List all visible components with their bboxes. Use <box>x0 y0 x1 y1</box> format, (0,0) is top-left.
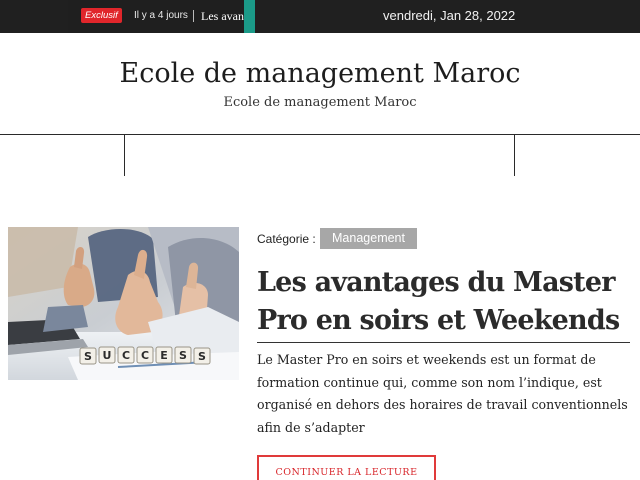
tile-5: E <box>155 346 173 364</box>
tile-1: S <box>79 347 97 365</box>
svg-text:S: S <box>198 350 206 363</box>
category-chip[interactable]: Management <box>320 228 417 249</box>
tile-7: S <box>193 347 211 365</box>
tile-4: C <box>136 346 154 364</box>
current-date: vendredi, Jan 28, 2022 <box>383 8 516 23</box>
ticker-time-ago: Il y a 4 jours <box>134 10 188 21</box>
site-title[interactable]: Ecole de management Maroc <box>0 56 640 92</box>
svg-text:U: U <box>103 349 112 362</box>
ticker-separator <box>193 10 194 22</box>
title-underline <box>257 342 630 343</box>
ticker-accent <box>244 0 255 33</box>
svg-text:C: C <box>122 349 130 362</box>
exclusive-badge: Exclusif <box>81 8 122 23</box>
svg-text:C: C <box>141 349 149 362</box>
nav-bar-top-border <box>0 134 640 135</box>
tile-6: S <box>174 346 192 364</box>
success-tiles: S U C C E S S <box>79 346 211 365</box>
post-excerpt: Le Master Pro en soirs et weekends est u… <box>257 352 628 436</box>
nav-divider-right <box>514 134 515 176</box>
top-bar: Les avantages du Master Pro en soirs et … <box>0 0 640 33</box>
tile-3: C <box>117 346 135 364</box>
site-description: Ecole de management Maroc <box>223 95 417 110</box>
tile-2: U <box>98 346 116 364</box>
category-label: Catégorie : <box>257 232 316 246</box>
svg-text:E: E <box>160 349 168 362</box>
post-title[interactable]: Les avantages du Master Pro en soirs et … <box>257 264 637 340</box>
read-more-button[interactable]: CONTINUER LA LECTURE <box>257 455 436 480</box>
post-thumbnail[interactable]: S U C C E S S <box>8 227 239 380</box>
nav-divider-left <box>124 134 125 176</box>
success-photo: S U C C E S S <box>8 227 239 380</box>
svg-text:S: S <box>84 350 92 363</box>
svg-text:S: S <box>179 349 187 362</box>
